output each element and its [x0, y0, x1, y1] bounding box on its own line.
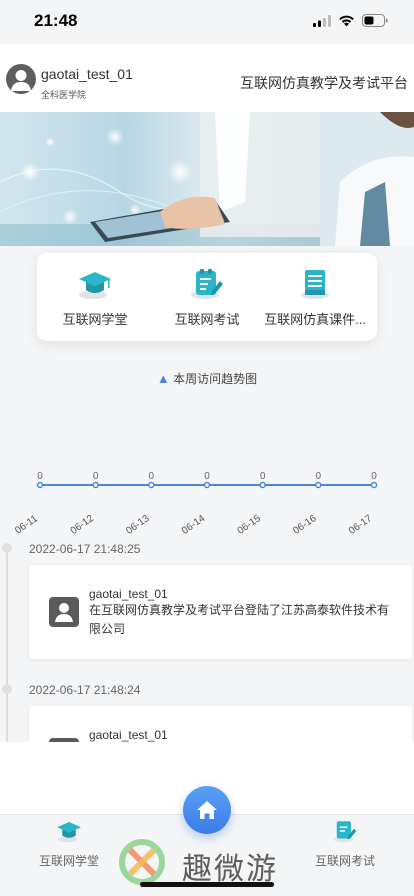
card-online-classroom[interactable]: 互联网学堂	[39, 267, 151, 328]
timeline-card[interactable]: gaotai_test_01	[29, 706, 412, 746]
data-label: 0	[260, 471, 266, 482]
graduation-cap-icon	[57, 822, 81, 843]
user-icon	[11, 70, 31, 91]
data-point[interactable]	[92, 481, 99, 489]
data-label: 0	[204, 471, 210, 482]
header: gaotai_test_01 全科医学院 互联网仿真教学及考试平台	[0, 44, 414, 112]
data-label: 0	[93, 471, 99, 482]
feature-cards: 互联网学堂 互联网考试 互联网仿真课件...	[37, 253, 377, 341]
user-org: 全科医学院	[41, 90, 87, 100]
person-icon	[49, 597, 79, 627]
home-button[interactable]	[183, 786, 231, 834]
platform-title: 互联网仿真教学及考试平台	[240, 75, 408, 91]
activity-user: gaotai_test_01	[89, 587, 168, 601]
avatar[interactable]	[6, 64, 36, 94]
x-tick-label: 06-11	[13, 513, 40, 537]
card-online-exam[interactable]: 互联网考试	[151, 267, 263, 328]
graduation-cap-icon	[75, 267, 115, 301]
x-tick-label: 06-16	[291, 513, 319, 537]
activity-user: gaotai_test_01	[89, 728, 168, 742]
data-point[interactable]	[370, 481, 378, 489]
timeline-line	[6, 545, 8, 745]
x-tick-label: 06-13	[124, 513, 152, 537]
data-point[interactable]	[203, 481, 211, 489]
x-tick-label: 06-12	[69, 513, 97, 537]
timeline-card[interactable]: gaotai_test_01 在互联网仿真教学及考试平台登陆了江苏高泰软件技术有…	[29, 565, 412, 659]
banner-image[interactable]	[0, 112, 414, 246]
timeline-dot	[2, 543, 12, 553]
user-name: gaotai_test_01	[41, 66, 133, 82]
watermark: 趣微游	[112, 838, 312, 888]
wifi-icon	[339, 15, 354, 26]
home-icon	[197, 801, 217, 819]
watermark-logo-icon	[119, 839, 165, 885]
status-icons	[313, 14, 388, 27]
x-tick-label: 06-15	[236, 513, 264, 537]
timeline-time: 2022-06-17 21:48:25	[29, 542, 141, 556]
banner-illustration	[0, 112, 414, 246]
chart-legend: ▲ 本周访问趋势图	[0, 370, 414, 387]
timeline-dot	[2, 684, 12, 694]
home-indicator	[140, 882, 274, 887]
card-simulation-courseware[interactable]: 互联网仿真课件...	[259, 267, 371, 328]
legend-triangle-icon: ▲	[156, 371, 170, 386]
card-label: 互联网考试	[174, 312, 240, 327]
data-point[interactable]	[259, 481, 266, 489]
data-label: 0	[37, 471, 43, 482]
courseware-book-icon	[295, 267, 335, 301]
exam-pencil-icon	[187, 267, 227, 301]
tab-label: 互联网学堂	[38, 854, 99, 868]
data-point[interactable]	[315, 481, 322, 489]
data-label: 0	[371, 471, 377, 482]
data-label: 0	[316, 471, 322, 482]
exam-pencil-icon	[333, 821, 357, 843]
status-time: 21:48	[34, 11, 78, 30]
activity-message: 在互联网仿真教学及考试平台登陆了江苏高泰软件技术有限公司	[89, 603, 390, 636]
tab-online-classroom[interactable]: 互联网学堂	[19, 819, 119, 869]
data-label: 0	[149, 471, 155, 482]
data-point[interactable]	[36, 481, 44, 489]
trend-chart: 0 06-11 0 06-12 0 06-13 0 06-14 0 06-15 0 06-16 0 06-…	[13, 471, 378, 537]
signal-icon	[313, 14, 331, 27]
x-tick-label: 06-17	[347, 513, 375, 537]
timeline-time: 2022-06-17 21:48:24	[29, 683, 141, 697]
battery-icon	[362, 14, 388, 27]
legend-label: 本周访问趋势图	[173, 372, 258, 386]
card-label: 互联网仿真课件...	[264, 312, 366, 327]
data-point[interactable]	[148, 481, 155, 489]
status-bar: 21:48	[0, 0, 414, 44]
x-tick-label: 06-14	[180, 513, 208, 537]
card-label: 互联网学堂	[62, 312, 128, 327]
